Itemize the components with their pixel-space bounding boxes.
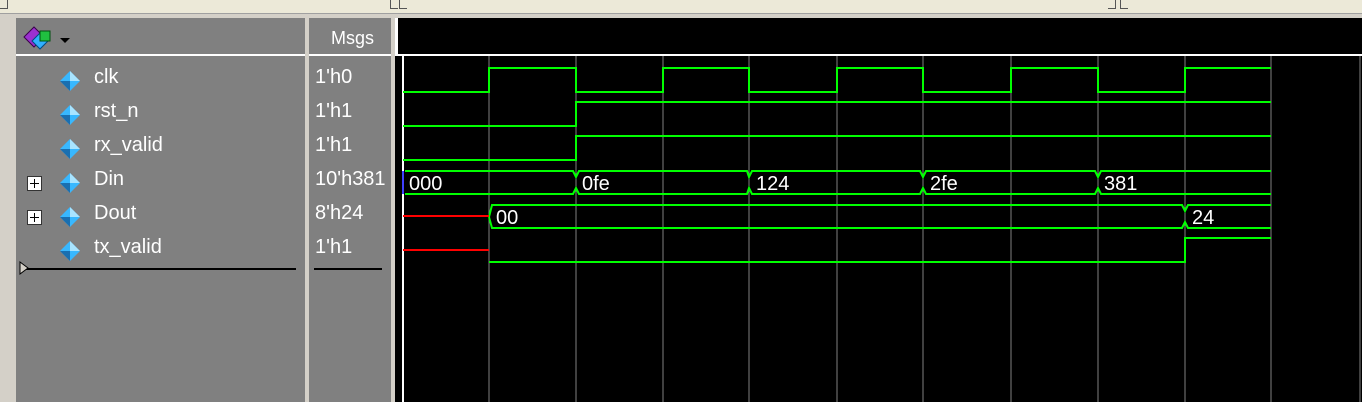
- din-bus-waveform: [405, 170, 1271, 195]
- signal-value: 1'h0: [309, 63, 391, 97]
- signal-diamond-icon: [60, 241, 80, 261]
- waveform-canvas[interactable]: 000 0fe 124 2fe 381 00 24: [395, 56, 1362, 402]
- cursor-line: [314, 268, 382, 270]
- signal-name: Dout: [94, 202, 137, 224]
- signal-row-din[interactable]: Din: [16, 165, 305, 199]
- ruler-tick: [1120, 0, 1128, 9]
- signal-value: 8'h24: [309, 199, 391, 233]
- ruler-tick: [390, 0, 398, 9]
- ruler-tick: [0, 0, 8, 9]
- values-header: Msgs: [309, 18, 391, 56]
- top-ruler-strip: [0, 0, 1362, 14]
- din-label: 124: [756, 173, 789, 195]
- value-text: 1'h0: [315, 66, 353, 88]
- signal-value: 10'h381: [309, 165, 391, 199]
- signal-diamond-icon: [60, 173, 80, 193]
- signal-diamond-icon: [60, 105, 80, 125]
- signal-diamond-icon: [60, 71, 80, 91]
- din-label: 381: [1104, 173, 1137, 195]
- signal-name: tx_valid: [94, 236, 162, 258]
- left-gutter: [0, 14, 16, 402]
- clk-waveform: [403, 67, 1271, 93]
- signal-row-tx-valid[interactable]: tx_valid: [16, 233, 305, 267]
- signal-row-rst-n[interactable]: rst_n: [16, 97, 305, 131]
- wave-tool-icon[interactable]: [20, 23, 56, 51]
- ruler-tick: [1108, 0, 1116, 9]
- signal-diamond-icon: [60, 207, 80, 227]
- value-text: 10'h381: [315, 168, 386, 190]
- signal-value: 1'h1: [309, 131, 391, 165]
- signal-value: 1'h1: [309, 97, 391, 131]
- signal-diamond-icon: [60, 139, 80, 159]
- names-header: [16, 18, 305, 56]
- value-text: 1'h1: [315, 100, 353, 122]
- signal-name: rst_n: [94, 100, 139, 122]
- cursor-line[interactable]: [22, 268, 296, 270]
- din-label: 000: [409, 173, 442, 195]
- waveform-header: [395, 18, 1362, 56]
- ruler-tick: [399, 0, 407, 9]
- value-text: 8'h24: [315, 202, 364, 224]
- dout-label: 24: [1192, 207, 1214, 229]
- signal-name: Din: [94, 168, 125, 190]
- tx-valid-waveform: [489, 237, 1271, 263]
- dout-bus-waveform: [488, 204, 1271, 229]
- signal-names-pane: clk rst_n rx_valid Din Dout tx_valid: [16, 18, 305, 402]
- din-label: 2fe: [930, 173, 958, 195]
- din-label: 0fe: [582, 173, 610, 195]
- signal-row-dout[interactable]: Dout: [16, 199, 305, 233]
- expand-plus-icon[interactable]: [27, 210, 42, 225]
- value-text: 1'h1: [315, 236, 353, 258]
- signal-name: clk: [94, 66, 119, 88]
- signal-values-pane: Msgs 1'h0 1'h1 1'h1 10'h381 8'h24 1'h1: [309, 18, 391, 402]
- signal-row-clk[interactable]: clk: [16, 63, 305, 97]
- msgs-label: Msgs: [331, 28, 375, 48]
- dout-label: 00: [496, 207, 518, 229]
- signal-value: 1'h1: [309, 233, 391, 267]
- value-text: 1'h1: [315, 134, 353, 156]
- signal-name: rx_valid: [94, 134, 163, 156]
- signal-row-rx-valid[interactable]: rx_valid: [16, 131, 305, 165]
- dropdown-arrow-icon[interactable]: [60, 38, 70, 43]
- expand-plus-icon[interactable]: [27, 176, 42, 191]
- cursor-arrow-icon[interactable]: [19, 261, 29, 275]
